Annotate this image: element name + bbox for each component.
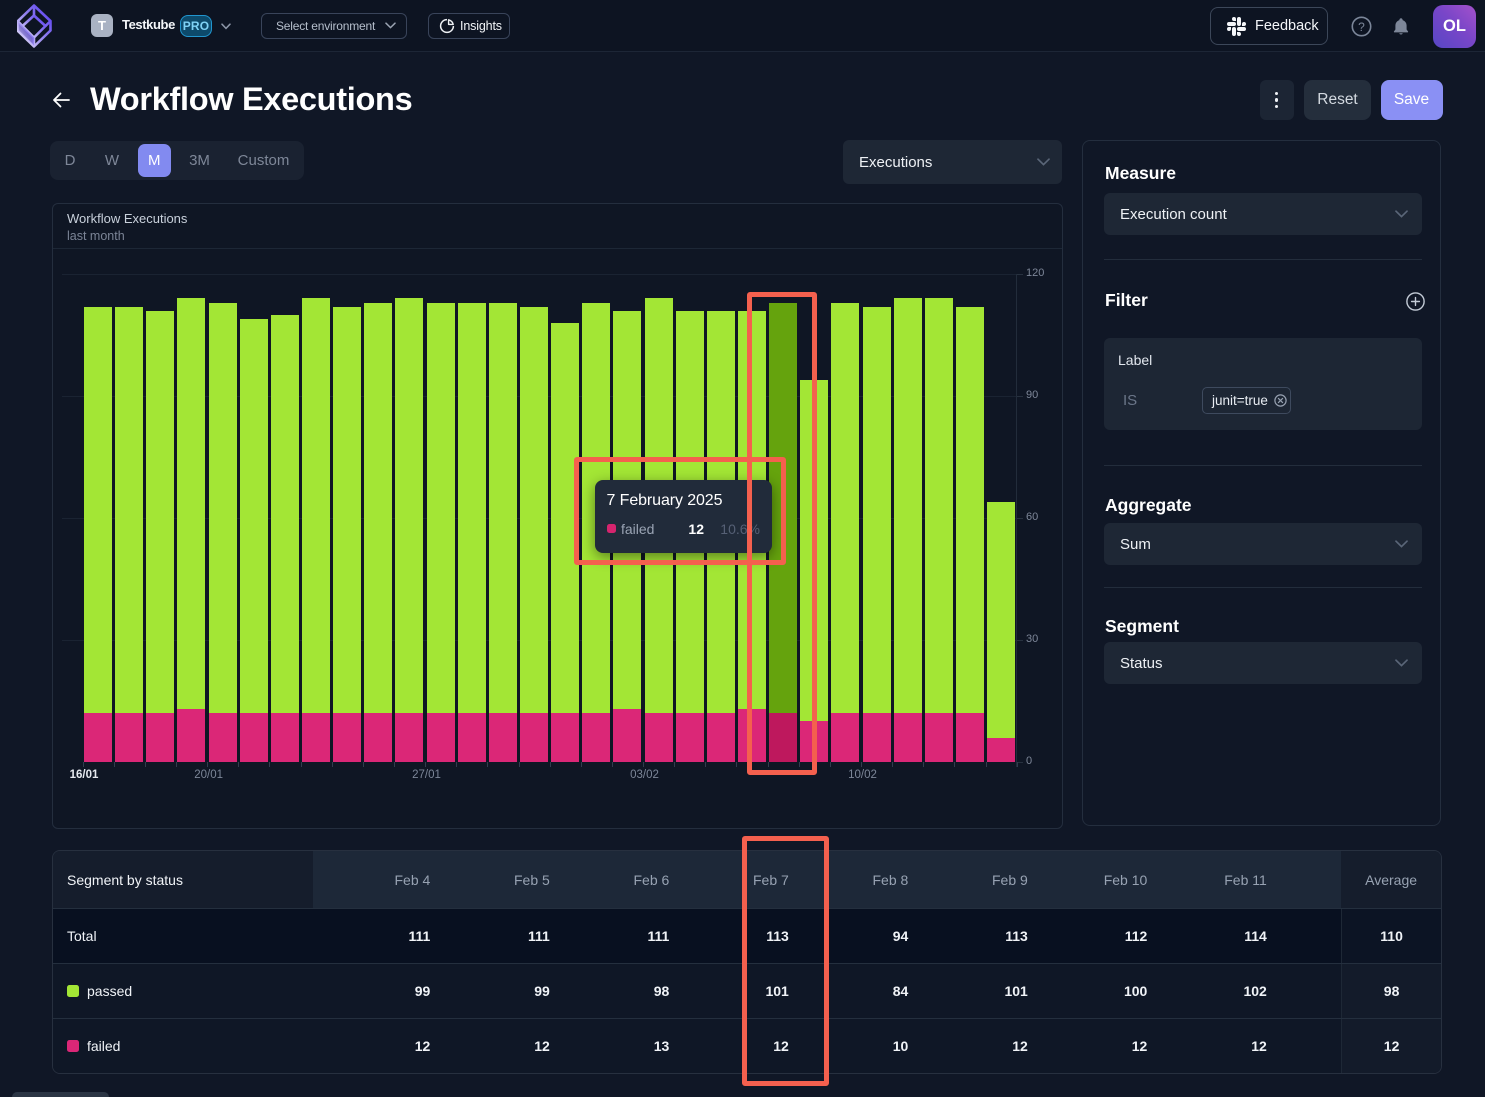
svg-text:?: ? <box>1358 20 1365 34</box>
